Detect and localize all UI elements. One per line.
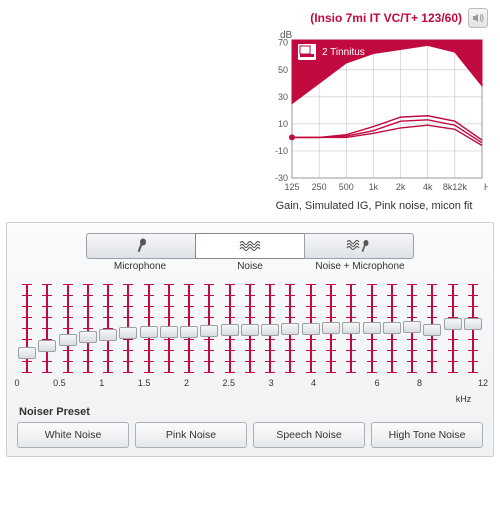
eq-slider[interactable] (181, 284, 197, 372)
mode-selector (17, 233, 483, 259)
noiser-panel: Microphone Noise Noise + Microphone kHz … (6, 222, 494, 457)
eq-thumb[interactable] (18, 347, 36, 359)
preset-speech-noise[interactable]: Speech Noise (253, 422, 365, 448)
eq-thumb[interactable] (221, 324, 239, 336)
eq-slider[interactable] (384, 284, 400, 372)
device-name: (Insio 7mi IT VC/T+ 123/60) (310, 11, 462, 25)
eq-slider[interactable] (262, 284, 278, 372)
preset-high-tone-noise[interactable]: High Tone Noise (371, 422, 483, 448)
eq-thumb[interactable] (423, 324, 441, 336)
eq-axis-unit: kHz (456, 394, 472, 404)
eq-thumb[interactable] (261, 324, 279, 336)
eq-thumb[interactable] (241, 324, 259, 336)
svg-text:1k: 1k (369, 182, 379, 192)
mode-label: Noise + Microphone (305, 261, 415, 272)
svg-text:2 Tinnitus: 2 Tinnitus (322, 47, 365, 58)
noise-icon (239, 240, 261, 252)
preset-pink-noise[interactable]: Pink Noise (135, 422, 247, 448)
eq-slider[interactable] (100, 284, 116, 372)
mode-label: Microphone (85, 261, 195, 272)
svg-text:50: 50 (278, 65, 288, 75)
eq-slider[interactable] (445, 284, 461, 372)
eq-thumb[interactable] (322, 322, 340, 334)
eq-slider[interactable] (404, 284, 420, 372)
svg-text:4k: 4k (423, 182, 433, 192)
eq-thumb[interactable] (403, 321, 421, 333)
eq-slider[interactable] (282, 284, 298, 372)
eq-thumb[interactable] (180, 326, 198, 338)
mode-noise-mic[interactable] (304, 233, 414, 259)
preset-heading: Noiser Preset (19, 406, 483, 418)
eq-thumb[interactable] (281, 323, 299, 335)
eq-thumb[interactable] (119, 327, 137, 339)
eq-axis-label: 3 (269, 378, 274, 388)
svg-text:2k: 2k (396, 182, 406, 192)
chart-y-unit: dB (280, 30, 292, 41)
eq-slider[interactable] (343, 284, 359, 372)
eq-thumb[interactable] (99, 329, 117, 341)
eq-axis-label: 6 (375, 378, 380, 388)
equalizer (17, 280, 483, 372)
svg-text:10: 10 (278, 119, 288, 129)
eq-thumb[interactable] (200, 325, 218, 337)
eq-axis-label: 8 (417, 378, 422, 388)
eq-axis: kHz 00.511.522.5346812 (17, 378, 483, 392)
eq-axis-label: 1.5 (138, 378, 151, 388)
eq-thumb[interactable] (363, 322, 381, 334)
noise-mic-icon (346, 238, 372, 254)
eq-slider[interactable] (222, 284, 238, 372)
eq-axis-label: 0.5 (53, 378, 66, 388)
preset-row: White Noise Pink Noise Speech Noise High… (17, 422, 483, 448)
svg-text:8k12k: 8k12k (443, 182, 468, 192)
mode-microphone[interactable] (86, 233, 196, 259)
microphone-icon (134, 238, 148, 254)
eq-slider[interactable] (161, 284, 177, 372)
eq-thumb[interactable] (160, 326, 178, 338)
eq-slider[interactable] (19, 284, 35, 372)
eq-slider[interactable] (141, 284, 157, 372)
eq-slider[interactable] (120, 284, 136, 372)
eq-thumb[interactable] (79, 331, 97, 343)
chart-svg: -30-10103050701252505001k2k4k8k12kHz2 Ti… (260, 32, 488, 194)
eq-thumb[interactable] (38, 340, 56, 352)
eq-thumb[interactable] (302, 323, 320, 335)
svg-text:250: 250 (312, 182, 327, 192)
svg-text:-10: -10 (275, 146, 288, 156)
eq-axis-label: 12 (478, 378, 488, 388)
eq-slider[interactable] (323, 284, 339, 372)
svg-text:Hz: Hz (484, 182, 488, 192)
eq-thumb[interactable] (59, 334, 77, 346)
mode-noise[interactable] (195, 233, 305, 259)
eq-thumb[interactable] (342, 322, 360, 334)
eq-thumb[interactable] (464, 318, 482, 330)
eq-thumb[interactable] (140, 326, 158, 338)
eq-slider[interactable] (424, 284, 440, 372)
eq-axis-label: 0 (14, 378, 19, 388)
svg-text:30: 30 (278, 92, 288, 102)
chart-caption: Gain, Simulated IG, Pink noise, micon fi… (260, 200, 488, 212)
mute-button[interactable] (468, 8, 488, 28)
eq-axis-label: 2 (184, 378, 189, 388)
eq-slider[interactable] (465, 284, 481, 372)
speaker-icon (472, 12, 484, 24)
eq-thumb[interactable] (383, 322, 401, 334)
eq-slider[interactable] (80, 284, 96, 372)
eq-slider[interactable] (303, 284, 319, 372)
eq-axis-label: 4 (311, 378, 316, 388)
gain-chart: dB -30-10103050701252505001k2k4k8k12kHz2… (260, 32, 488, 212)
eq-thumb[interactable] (444, 318, 462, 330)
eq-axis-label: 1 (99, 378, 104, 388)
mode-label: Noise (195, 261, 305, 272)
eq-slider[interactable] (39, 284, 55, 372)
preset-white-noise[interactable]: White Noise (17, 422, 129, 448)
svg-text:500: 500 (339, 182, 354, 192)
eq-axis-label: 2.5 (223, 378, 236, 388)
svg-text:125: 125 (284, 182, 299, 192)
eq-slider[interactable] (242, 284, 258, 372)
eq-slider[interactable] (201, 284, 217, 372)
eq-slider[interactable] (364, 284, 380, 372)
eq-slider[interactable] (60, 284, 76, 372)
